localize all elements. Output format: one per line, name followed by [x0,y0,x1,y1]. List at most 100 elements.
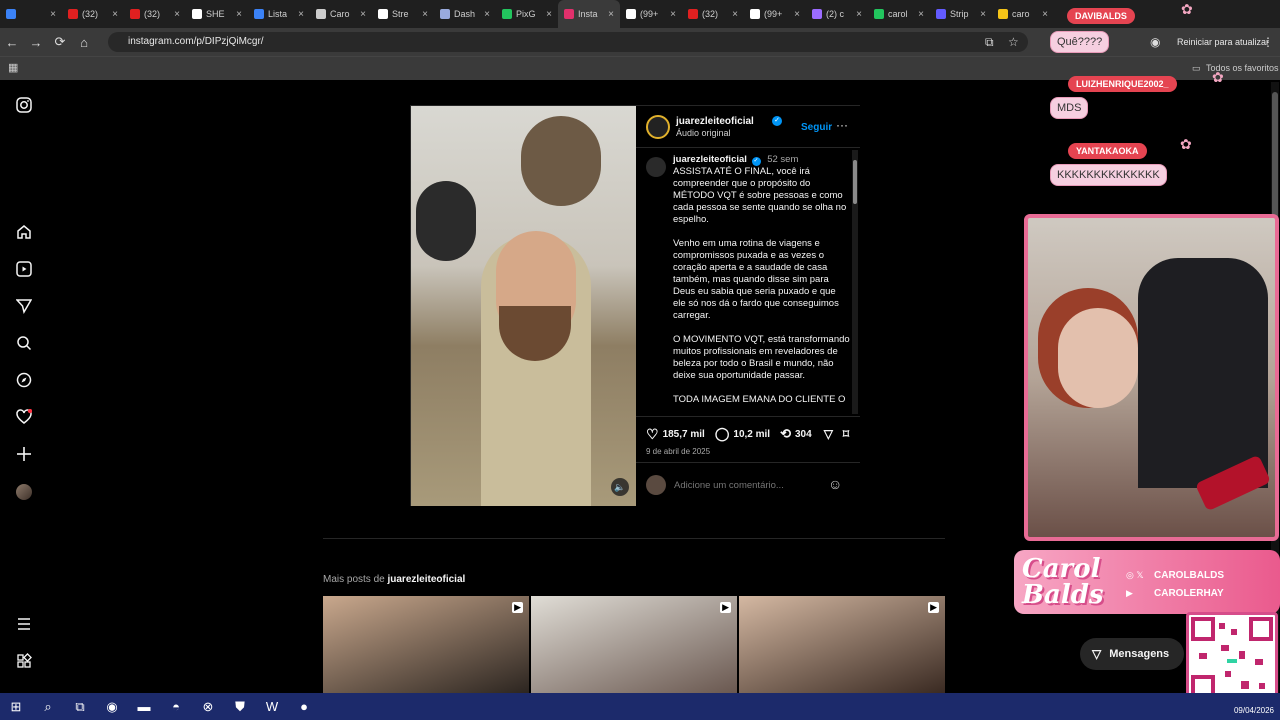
home-nav-icon[interactable] [14,222,34,242]
apps-icon[interactable]: ▦ [8,61,18,74]
audio-label[interactable]: Áudio original [676,128,731,138]
tab-close-icon[interactable]: × [298,9,304,20]
author-avatar[interactable] [646,115,670,139]
tab-close-icon[interactable]: × [546,9,552,20]
messages-button[interactable]: ▽ Mensagens [1080,638,1184,670]
browser-tab[interactable]: Insta × [558,0,620,28]
tab-close-icon[interactable]: × [980,9,986,20]
browser-tab[interactable]: Stre × [372,0,434,28]
address-bar[interactable]: instagram.com/p/DIPzjQiMcgr/ [108,32,1028,52]
instagram-logo-icon[interactable] [14,95,34,115]
home-icon[interactable]: ⌂ [72,35,96,50]
caption-scrollbar[interactable] [852,150,858,414]
xbox-icon[interactable]: ⊗ [192,699,224,715]
follow-button[interactable]: Seguir [801,122,832,133]
caption-avatar[interactable] [646,157,666,177]
task-view-icon[interactable]: ⧉ [64,699,96,715]
tab-close-icon[interactable]: × [732,9,738,20]
also-from-meta-icon[interactable] [14,651,34,671]
reposts-count[interactable]: 304 [795,429,812,440]
back-icon[interactable]: ← [0,35,24,50]
browser-tab[interactable]: (99+ × [744,0,806,28]
tab-title: (32) [82,9,99,19]
folder-icon: ▭ [1192,63,1201,73]
star-icon[interactable]: ☆ [1008,35,1019,49]
browser-tab[interactable]: carol × [868,0,930,28]
tab-close-icon[interactable]: × [236,9,242,20]
tab-favicon-icon [316,9,326,19]
browser-tab[interactable]: Caro × [310,0,372,28]
explore-icon[interactable] [14,370,34,390]
post-thumbnail[interactable]: ▶ [531,596,737,693]
browser-tab[interactable]: × [0,0,62,28]
windows-start-icon[interactable]: ⊞ [0,699,32,715]
security-shield-icon[interactable]: ⛊ [224,699,256,715]
like-heart-icon[interactable]: ♡ [646,426,659,443]
repost-icon[interactable]: ⟲ [780,426,791,442]
browser-tab[interactable]: Dash × [434,0,496,28]
comments-count[interactable]: 10,2 mil [733,429,770,440]
tab-close-icon[interactable]: × [50,9,56,20]
chrome-icon[interactable]: ◉ [96,699,128,715]
emoji-icon[interactable]: ☺ [828,476,842,492]
caption-author[interactable]: juarezleiteoficial [673,154,747,165]
search-icon[interactable]: ⌕ [32,699,64,715]
browser-tab[interactable]: (32) × [62,0,124,28]
save-bookmark-icon[interactable]: ⌑ [843,427,849,441]
browser-tab[interactable]: (2) c × [806,0,868,28]
share-icon[interactable]: ▽ [824,427,833,441]
author-name[interactable]: juarezleiteoficial [676,116,754,127]
reels-icon[interactable] [14,259,34,279]
tab-favicon-icon [564,9,574,19]
tab-close-icon[interactable]: × [608,9,614,20]
tab-close-icon[interactable]: × [112,9,118,20]
more-posts-author[interactable]: juarezleiteoficial [387,574,465,585]
search-icon[interactable] [14,333,34,353]
browser-tab[interactable]: PixG × [496,0,558,28]
browser-tab[interactable]: Strip × [930,0,992,28]
tab-close-icon[interactable]: × [360,9,366,20]
more-options-icon[interactable]: ··· [836,118,848,132]
menu-icon[interactable]: ⋮ [1262,35,1274,49]
word-icon[interactable]: W [256,699,288,714]
tab-close-icon[interactable]: × [174,9,180,20]
obs-icon[interactable]: ● [288,699,320,714]
profile-avatar[interactable] [14,482,34,502]
install-app-icon[interactable]: ⧉ [985,35,994,50]
comment-input[interactable] [674,478,814,493]
reload-icon[interactable]: ⟳ [48,34,72,50]
tab-favicon-icon [130,9,140,19]
forward-icon[interactable]: → [24,35,48,50]
browser-tab[interactable]: Lista × [248,0,310,28]
tab-close-icon[interactable]: × [422,9,428,20]
tab-favicon-icon [998,9,1008,19]
browser-tab[interactable]: (99+ × [620,0,682,28]
browser-tab[interactable]: (32) × [124,0,186,28]
tab-close-icon[interactable]: × [1042,9,1048,20]
browser-tab[interactable]: SHE × [186,0,248,28]
post-thumbnail[interactable]: ▶ [323,596,529,693]
create-plus-icon[interactable] [14,444,34,464]
commenter-avatar [646,475,666,495]
comment-icon[interactable]: ◯ [715,426,730,442]
more-menu-icon[interactable] [14,614,34,634]
chat-username-badge: DAVIBALDS [1067,8,1135,24]
scrollbar-thumb[interactable] [853,160,857,204]
tab-close-icon[interactable]: × [918,9,924,20]
tab-close-icon[interactable]: × [794,9,800,20]
post-thumbnail[interactable]: ▶ [739,596,945,693]
discord-icon[interactable]: ◓ [160,699,192,714]
profile-icon[interactable]: ◉ [1150,35,1160,49]
restart-button[interactable]: Reiniciar para atualizar [1177,37,1269,47]
mute-icon[interactable]: 🔈 [611,478,629,496]
file-explorer-icon[interactable]: ▬ [128,699,160,714]
tab-close-icon[interactable]: × [670,9,676,20]
tab-close-icon[interactable]: × [484,9,490,20]
likes-count[interactable]: 185,7 mil [663,429,705,440]
browser-tab[interactable]: caro × [992,0,1054,28]
notifications-heart-icon[interactable] [14,407,34,427]
post-video[interactable]: 🔈 [411,106,636,506]
tab-close-icon[interactable]: × [856,9,862,20]
browser-tab[interactable]: (32) × [682,0,744,28]
messages-nav-icon[interactable] [14,296,34,316]
